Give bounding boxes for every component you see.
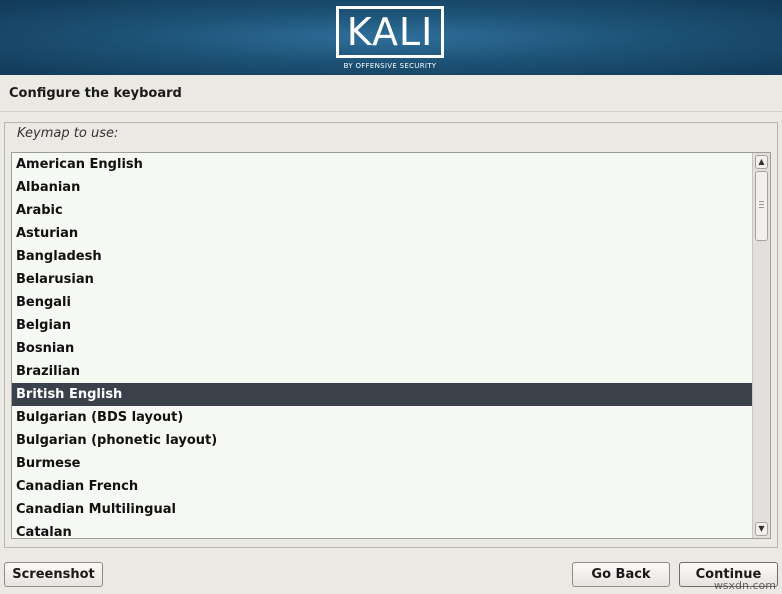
watermark: wsxdn.com	[713, 579, 776, 592]
go-back-button[interactable]: Go Back	[572, 562, 670, 587]
kali-logo: KALI	[336, 6, 444, 58]
logo-text: KALI	[346, 10, 434, 54]
keymap-option[interactable]: Bulgarian (BDS layout)	[12, 406, 753, 429]
keymap-option[interactable]: Arabic	[12, 199, 753, 222]
keymap-option[interactable]: British English	[12, 383, 753, 406]
keymap-option[interactable]: Brazilian	[12, 360, 753, 383]
keymap-listbox[interactable]: American English Albanian Arabic Asturian Ba…	[11, 152, 771, 539]
keymap-option[interactable]: Canadian Multilingual	[12, 498, 753, 521]
keymap-option[interactable]: Bengali	[12, 291, 753, 314]
keymap-option[interactable]: Bulgarian (phonetic layout)	[12, 429, 753, 452]
screenshot-button[interactable]: Screenshot	[4, 562, 103, 587]
scroll-up-icon[interactable]: ▲	[755, 155, 768, 169]
kali-banner: KALI BY OFFENSIVE SECURITY	[0, 0, 782, 75]
page-title: Configure the keyboard	[9, 86, 182, 101]
keymap-option[interactable]: Belgian	[12, 314, 753, 337]
keymap-label: Keymap to use:	[17, 126, 119, 141]
keymap-items: American English Albanian Arabic Asturian Ba…	[12, 153, 753, 538]
keymap-option[interactable]: Bosnian	[12, 337, 753, 360]
keymap-option[interactable]: Catalan	[12, 521, 753, 538]
vertical-scrollbar[interactable]: ▲ ▼	[752, 153, 770, 538]
thumb-grip-line	[759, 204, 764, 205]
title-divider	[0, 111, 782, 112]
keymap-option[interactable]: Burmese	[12, 452, 753, 475]
scrollbar-thumb[interactable]	[755, 171, 768, 241]
scroll-down-icon[interactable]: ▼	[755, 522, 768, 536]
keymap-option[interactable]: Albanian	[12, 176, 753, 199]
thumb-grip-line	[759, 201, 764, 202]
keymap-option[interactable]: American English	[12, 153, 753, 176]
logo-subtitle: BY OFFENSIVE SECURITY	[343, 62, 437, 70]
keymap-option[interactable]: Belarusian	[12, 268, 753, 291]
keymap-option[interactable]: Canadian French	[12, 475, 753, 498]
keymap-option[interactable]: Bangladesh	[12, 245, 753, 268]
keymap-option[interactable]: Asturian	[12, 222, 753, 245]
thumb-grip-line	[759, 207, 764, 208]
